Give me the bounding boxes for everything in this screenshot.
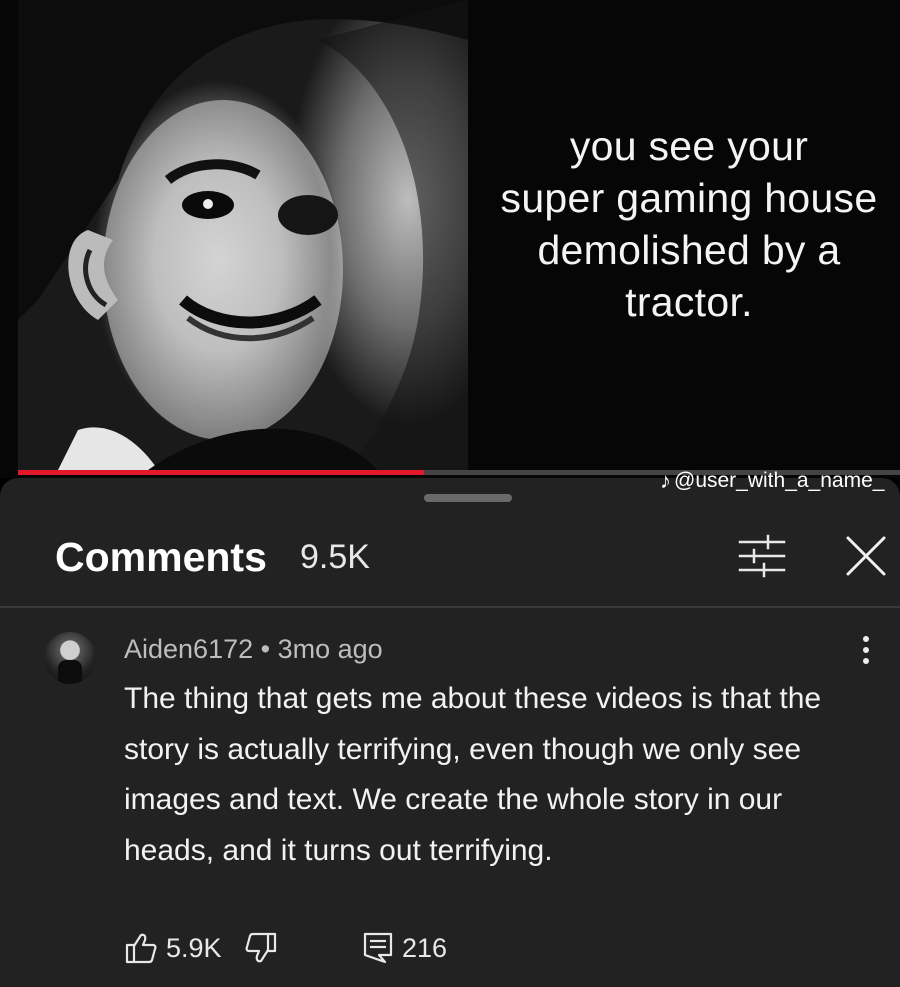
like-count: 5.9K — [166, 932, 222, 963]
video-progress-fill — [18, 470, 424, 475]
more-vertical-icon[interactable] — [856, 632, 876, 672]
reply-icon — [362, 931, 394, 965]
comment-author[interactable]: Aiden6172 — [124, 634, 253, 664]
comment-meta: Aiden6172 • 3mo ago — [124, 634, 383, 665]
meta-separator: • — [260, 634, 271, 664]
video-caption: you see your super gaming house demolish… — [500, 123, 878, 325]
thumbs-up-icon — [124, 931, 158, 965]
close-icon[interactable] — [842, 532, 890, 580]
watermark: ♪ @user_with_a_name_ — [660, 468, 884, 494]
comments-count: 9.5K — [300, 538, 370, 576]
comment-text: The thing that gets me about these video… — [124, 682, 822, 867]
reply-count: 216 — [402, 932, 448, 963]
comments-panel: Comments 9.5K Aiden6172 • 3mo ago The th… — [0, 478, 900, 987]
comments-title: Comments — [55, 534, 267, 580]
comment-actions: 5.9K 216 — [124, 930, 824, 970]
replies-button[interactable]: 216 — [362, 930, 447, 966]
tiktok-icon: ♪ — [660, 468, 671, 493]
watermark-handle: @user_with_a_name_ — [674, 469, 885, 492]
comment-age: 3mo ago — [277, 634, 383, 664]
thumbs-down-icon — [244, 931, 278, 965]
drag-handle[interactable] — [424, 494, 512, 502]
like-button[interactable]: 5.9K — [124, 930, 222, 966]
comment-item: Aiden6172 • 3mo ago The thing that gets … — [0, 618, 900, 987]
avatar[interactable] — [44, 632, 96, 684]
header-divider — [0, 606, 900, 608]
sort-filter-icon[interactable] — [738, 534, 786, 578]
dislike-button[interactable] — [244, 930, 278, 966]
video-thumbnail-face — [18, 0, 468, 470]
comments-header: Comments 9.5K — [0, 528, 900, 586]
video-player[interactable]: you see your super gaming house demolish… — [0, 0, 900, 478]
